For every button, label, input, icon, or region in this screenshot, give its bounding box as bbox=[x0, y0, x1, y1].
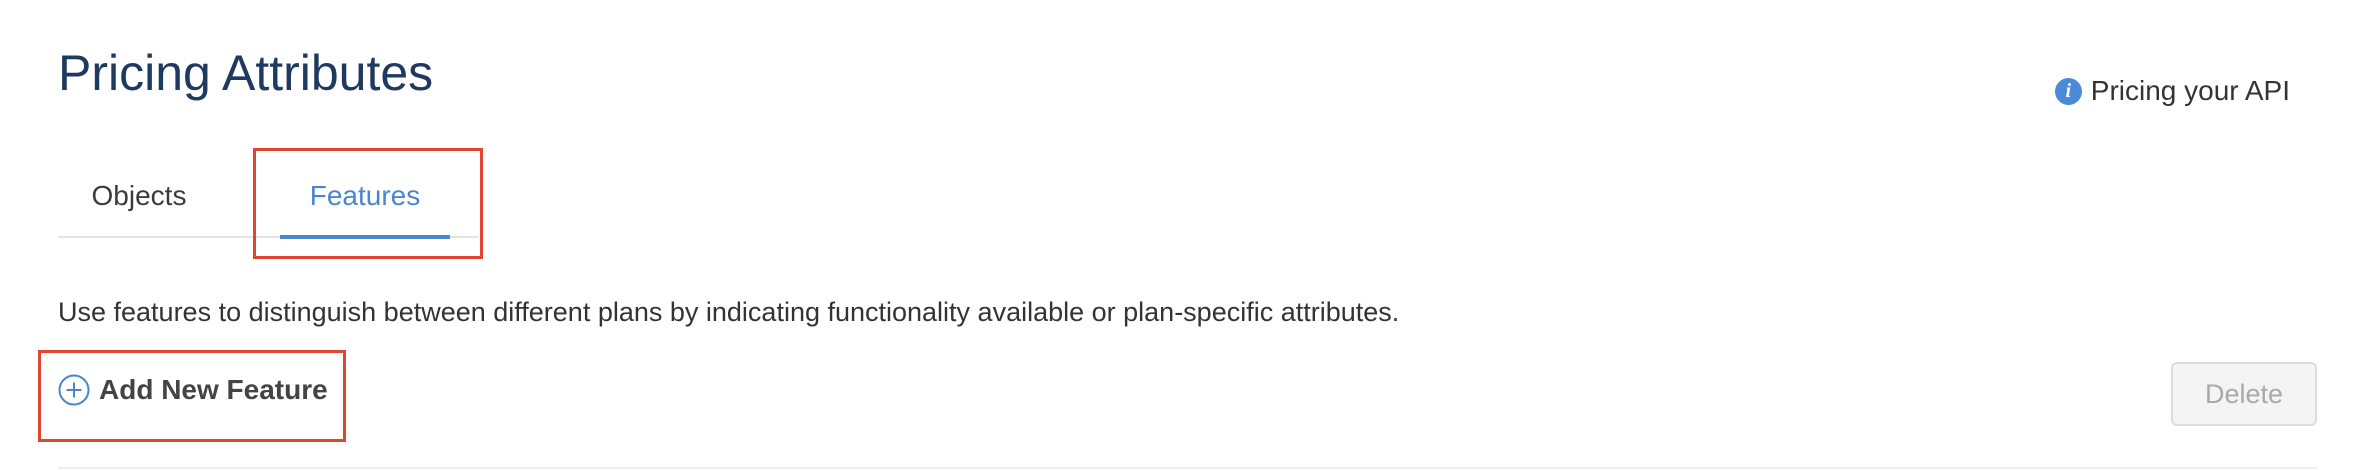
add-new-feature-button[interactable]: Add New Feature bbox=[58, 374, 328, 406]
tab-objects[interactable]: Objects bbox=[58, 150, 220, 236]
divider bbox=[58, 467, 2317, 469]
page-title: Pricing Attributes bbox=[58, 45, 434, 101]
tab-bar: Objects Features bbox=[58, 150, 478, 239]
delete-button[interactable]: Delete bbox=[2171, 362, 2317, 426]
features-description: Use features to distinguish between diff… bbox=[58, 297, 1400, 327]
add-new-feature-label: Add New Feature bbox=[99, 374, 328, 405]
pricing-help-link[interactable]: i Pricing your API bbox=[2054, 75, 2290, 107]
pricing-help-label: Pricing your API bbox=[2090, 75, 2290, 106]
tab-features[interactable]: Features bbox=[280, 150, 450, 239]
info-icon: i bbox=[2054, 77, 2082, 105]
plus-circle-icon bbox=[58, 374, 90, 406]
